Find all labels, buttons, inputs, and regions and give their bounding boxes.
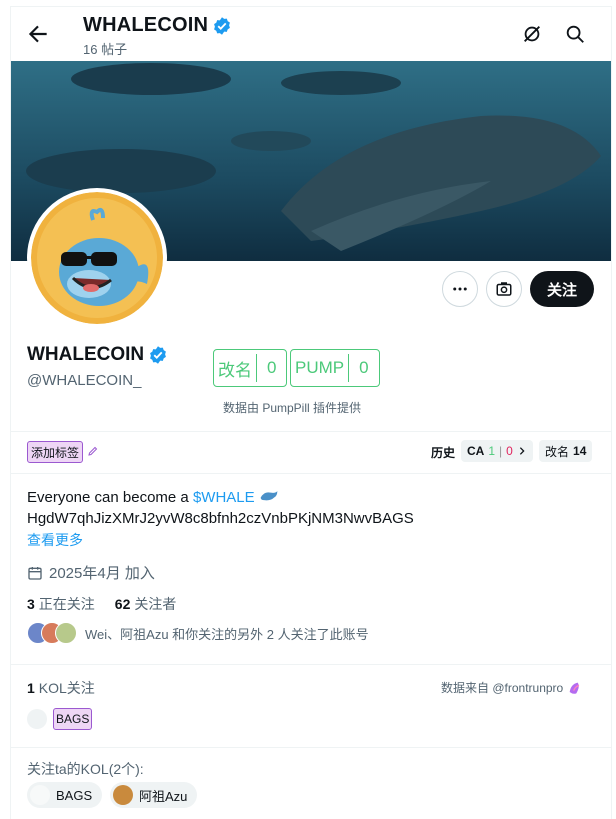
divider <box>11 664 611 665</box>
avatar <box>30 785 50 805</box>
kol-chip[interactable]: BAGS <box>27 782 103 808</box>
bio-text: Everyone can become a <box>27 489 193 506</box>
post-count: 16 帖子 <box>83 42 128 57</box>
pump-counter[interactable]: PUMP 0 <box>290 349 380 387</box>
profile-bio: Everyone can become a $WHALE HgdW7qhJizX… <box>27 487 597 529</box>
header-title-text: WHALECOIN <box>83 14 209 36</box>
kol-tag[interactable]: BAGS <box>53 708 93 730</box>
following-stat[interactable]: 3 正在关注 <box>27 594 95 614</box>
pump-counter-value: 0 <box>359 358 369 377</box>
camera-icon <box>496 282 512 296</box>
more-icon <box>453 287 467 291</box>
joined-date: 2025年4月 加入 <box>27 562 155 583</box>
ca-history-pill[interactable]: CA 1 | 0 <box>461 440 533 462</box>
rename-counter-value: 0 <box>267 358 277 377</box>
verified-badge-icon <box>150 346 167 364</box>
rename-counter-label: 改名 <box>218 360 252 380</box>
search-icon[interactable] <box>564 23 586 45</box>
avatar <box>55 622 77 644</box>
header-title: WHALECOIN <box>83 14 232 37</box>
profile-handle: @WHALECOIN_ <box>27 372 142 389</box>
cashtag-link[interactable]: $WHALE <box>193 489 255 506</box>
kol-chip[interactable]: 阿祖Azu <box>110 782 198 808</box>
follow-stats: 3 正在关注 62 关注者 <box>27 594 176 614</box>
divider <box>11 473 611 474</box>
kol-list: BAGS <box>27 708 93 730</box>
divider <box>11 431 611 432</box>
profile-name: WHALECOIN <box>27 344 168 366</box>
pumppill-note: 数据由 PumpPill 插件提供 <box>223 401 362 415</box>
contract-address: HgdW7qhJizXMrJ2yvW8c8bfnh2czVnbPKjNM3Nwv… <box>27 510 414 527</box>
rename-counter[interactable]: 改名 0 <box>213 349 288 387</box>
chevron-right-icon <box>519 447 525 455</box>
more-options-button[interactable] <box>442 271 478 307</box>
back-arrow-icon[interactable] <box>25 21 51 47</box>
ca-green-count: 1 <box>488 444 496 458</box>
kol-source-text[interactable]: 数据来自 @frontrunpro <box>441 679 563 696</box>
rename-history-count: 14 <box>573 444 587 458</box>
mutual-text: Wei、阿祖Azu 和你关注的另外 2 人关注了此账号 <box>85 626 369 642</box>
ca-label: CA <box>467 444 485 458</box>
whale-emoji-icon <box>260 491 278 501</box>
rename-history-pill[interactable]: 改名 14 <box>539 440 593 462</box>
ca-red-count: 0 <box>506 444 513 458</box>
show-more-link[interactable]: 查看更多 <box>27 530 83 550</box>
kol-chip-label: BAGS <box>56 787 93 803</box>
history-label: 历史 <box>431 446 456 460</box>
frontrun-logo-icon <box>569 682 580 694</box>
kol-source: 数据来自 @frontrunpro <box>441 679 583 696</box>
verified-badge-icon <box>214 16 231 35</box>
avatar <box>113 785 133 805</box>
mutual-followers[interactable]: Wei、阿祖Azu 和你关注的另外 2 人关注了此账号 <box>27 622 369 644</box>
pencil-icon[interactable] <box>87 445 99 457</box>
pump-counter-label: PUMP <box>295 358 345 377</box>
avatar[interactable] <box>31 192 163 324</box>
divider <box>11 747 611 748</box>
grok-button[interactable] <box>486 271 522 307</box>
profile-page: WHALECOIN 16 帖子 关注 WHALECOIN @WHALECOIN_… <box>10 6 612 819</box>
top-bar: WHALECOIN 16 帖子 <box>11 7 611 61</box>
followed-by-kol-label: 关注ta的KOL(2个): <box>27 761 144 777</box>
followers-stat[interactable]: 62 关注者 <box>115 594 177 614</box>
calendar-icon <box>28 566 42 580</box>
avatar-container[interactable] <box>27 188 167 328</box>
hide-icon[interactable] <box>521 23 543 45</box>
kol-chip-label: 阿祖Azu <box>139 788 188 804</box>
add-tag-button[interactable]: 添加标签 <box>27 441 84 463</box>
follow-button[interactable]: 关注 <box>530 271 594 307</box>
profile-name-text: WHALECOIN <box>27 344 145 365</box>
kol-follow-title: 1 KOL关注 <box>27 680 95 696</box>
avatar[interactable] <box>27 709 47 729</box>
mutual-avatars <box>27 622 77 644</box>
joined-text: 2025年4月 加入 <box>49 565 155 582</box>
rename-history-label: 改名 <box>545 444 570 459</box>
